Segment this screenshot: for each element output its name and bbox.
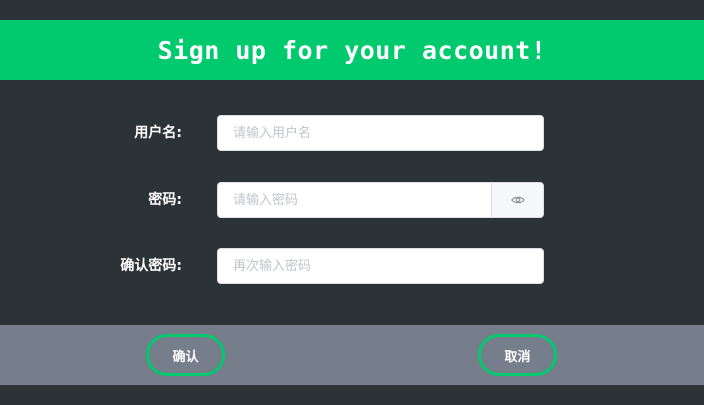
password-label: 密码: <box>148 192 182 208</box>
password-row: 密码: <box>0 182 704 218</box>
username-input[interactable] <box>218 116 543 150</box>
confirm-button[interactable]: 确认 <box>146 334 225 376</box>
page-header: Sign up for your account! <box>0 20 704 80</box>
eye-icon <box>510 196 525 204</box>
username-field[interactable] <box>217 115 544 151</box>
confirm-password-label: 确认密码: <box>120 258 182 274</box>
signup-page: Sign up for your account! 用户名: 密码: 确认密码:… <box>0 0 704 405</box>
username-label: 用户名: <box>134 125 182 141</box>
password-input[interactable] <box>218 183 493 217</box>
confirm-password-row: 确认密码: <box>0 248 704 284</box>
cancel-button[interactable]: 取消 <box>478 334 557 376</box>
page-title: Sign up for your account! <box>157 35 547 65</box>
action-bar: 确认 取消 <box>0 325 704 385</box>
username-row: 用户名: <box>0 115 704 151</box>
confirm-password-field[interactable] <box>217 248 544 284</box>
password-field[interactable] <box>217 182 544 218</box>
password-visibility-toggle[interactable] <box>491 183 543 217</box>
confirm-password-input[interactable] <box>218 249 543 283</box>
